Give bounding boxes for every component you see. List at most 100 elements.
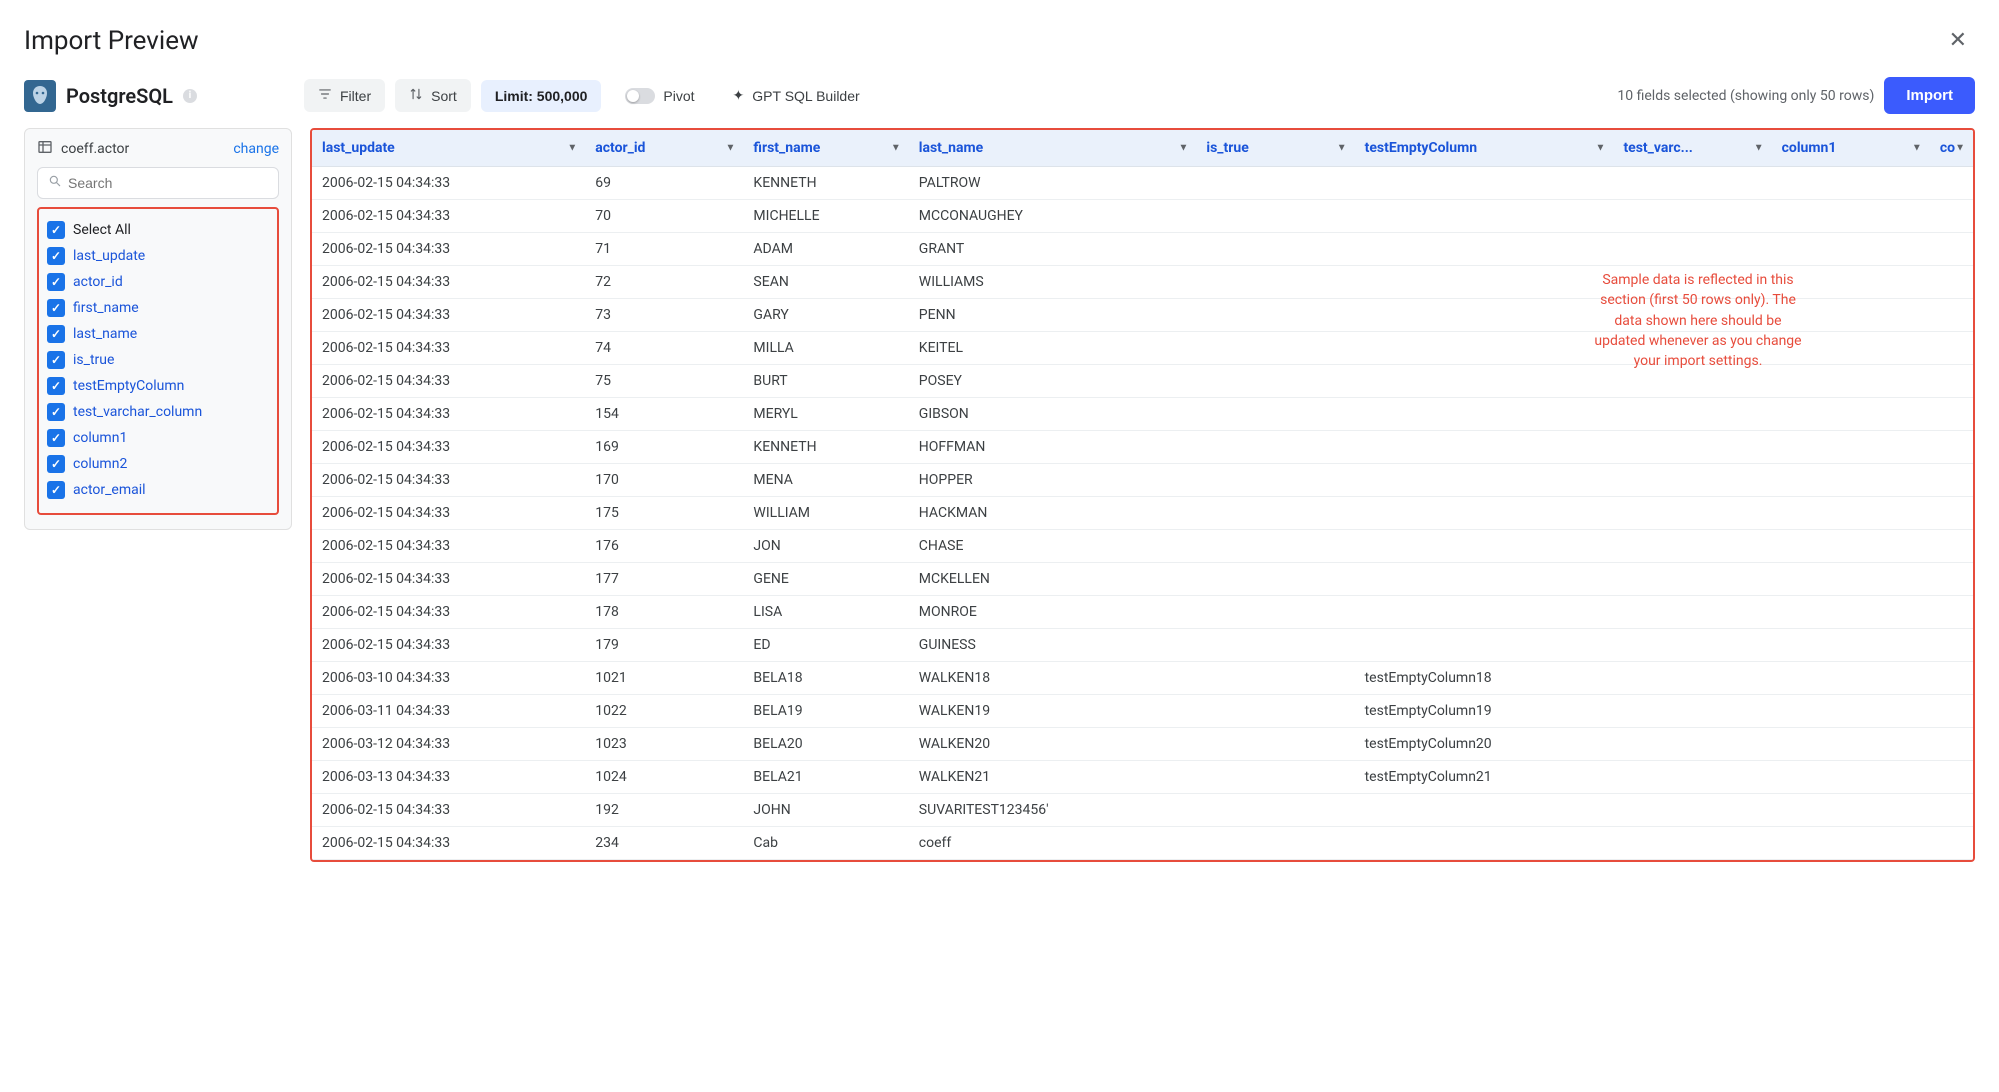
search-icon	[48, 174, 62, 192]
cell-testEmptyColumn	[1355, 794, 1614, 827]
cell-column1	[1772, 464, 1930, 497]
cell-test_varchar	[1613, 596, 1771, 629]
filter-label: Filter	[340, 88, 371, 104]
field-label: testEmptyColumn	[73, 378, 184, 394]
import-button[interactable]: Import	[1884, 77, 1975, 114]
cell-actor_id: 170	[585, 464, 743, 497]
cell-testEmptyColumn	[1355, 431, 1614, 464]
chevron-down-icon: ▼	[1179, 143, 1189, 154]
cell-testEmptyColumn	[1355, 266, 1614, 299]
cell-is_true	[1196, 332, 1354, 365]
field-label: actor_id	[73, 274, 123, 290]
field-checkbox-last_name[interactable]: ✓last_name	[45, 321, 271, 347]
cell-last_update: 2006-02-15 04:34:33	[312, 563, 585, 596]
sort-icon	[409, 87, 423, 104]
cell-test_varchar	[1613, 761, 1771, 794]
field-checklist: ✓ Select All ✓last_update✓actor_id✓first…	[37, 207, 279, 515]
search-input[interactable]	[68, 175, 268, 191]
cell-first_name: BELA19	[743, 695, 908, 728]
checkbox-checked-icon: ✓	[47, 377, 65, 395]
column-header-first_name[interactable]: first_name▼	[743, 130, 908, 167]
field-checkbox-column1[interactable]: ✓column1	[45, 425, 271, 451]
checkbox-checked-icon: ✓	[47, 403, 65, 421]
cell-is_true	[1196, 266, 1354, 299]
field-sidebar: coeff.actor change ✓ Select All ✓last_up…	[24, 128, 292, 530]
cell-column2	[1930, 464, 1973, 497]
cell-last_name: GUINESS	[909, 629, 1197, 662]
field-checkbox-last_update[interactable]: ✓last_update	[45, 243, 271, 269]
column-header-column2[interactable]: co▼	[1930, 130, 1973, 167]
cell-last_name: PENN	[909, 299, 1197, 332]
cell-first_name: MENA	[743, 464, 908, 497]
info-icon[interactable]: i	[183, 89, 197, 103]
column-header-testEmptyColumn[interactable]: testEmptyColumn▼	[1355, 130, 1614, 167]
cell-last_update: 2006-02-15 04:34:33	[312, 398, 585, 431]
table-row: 2006-02-15 04:34:3370MICHELLEMCCONAUGHEY	[312, 200, 1973, 233]
column-header-actor_id[interactable]: actor_id▼	[585, 130, 743, 167]
cell-test_varchar	[1613, 662, 1771, 695]
field-checkbox-actor_email[interactable]: ✓actor_email	[45, 477, 271, 503]
field-label: column1	[73, 430, 127, 446]
column-header-column1[interactable]: column1▼	[1772, 130, 1930, 167]
chevron-down-icon: ▼	[1754, 143, 1764, 154]
cell-test_varchar	[1613, 200, 1771, 233]
cell-first_name: GENE	[743, 563, 908, 596]
limit-button[interactable]: Limit: 500,000	[481, 80, 602, 112]
field-checkbox-first_name[interactable]: ✓first_name	[45, 295, 271, 321]
cell-actor_id: 70	[585, 200, 743, 233]
column-header-test_varchar[interactable]: test_varc...▼	[1613, 130, 1771, 167]
cell-actor_id: 72	[585, 266, 743, 299]
limit-label: Limit: 500,000	[495, 88, 588, 104]
cell-column1	[1772, 662, 1930, 695]
checkbox-checked-icon: ✓	[47, 221, 65, 239]
page-title: Import Preview	[24, 26, 199, 56]
column-header-last_name[interactable]: last_name▼	[909, 130, 1197, 167]
gpt-sql-builder-button[interactable]: ✦ GPT SQL Builder	[719, 79, 874, 112]
field-checkbox-test_varchar_column[interactable]: ✓test_varchar_column	[45, 399, 271, 425]
sort-button[interactable]: Sort	[395, 79, 471, 112]
field-select-all[interactable]: ✓ Select All	[45, 217, 271, 243]
cell-first_name: ADAM	[743, 233, 908, 266]
cell-testEmptyColumn: testEmptyColumn18	[1355, 662, 1614, 695]
field-checkbox-testEmptyColumn[interactable]: ✓ testEmptyColumn	[45, 373, 271, 399]
table-row: 2006-02-15 04:34:33154MERYLGIBSON	[312, 398, 1973, 431]
cell-column1	[1772, 431, 1930, 464]
pivot-toggle[interactable]: Pivot	[611, 80, 708, 112]
cell-column2	[1930, 695, 1973, 728]
cell-first_name: WILLIAM	[743, 497, 908, 530]
cell-test_varchar	[1613, 827, 1771, 860]
select-all-label: Select All	[73, 222, 131, 238]
cell-column2	[1930, 431, 1973, 464]
cell-last_update: 2006-02-15 04:34:33	[312, 629, 585, 662]
column-header-last_update[interactable]: last_update▼	[312, 130, 585, 167]
cell-is_true	[1196, 761, 1354, 794]
cell-actor_id: 177	[585, 563, 743, 596]
cell-testEmptyColumn	[1355, 497, 1614, 530]
cell-column2	[1930, 332, 1973, 365]
cell-last_name: POSEY	[909, 365, 1197, 398]
cell-last_update: 2006-03-13 04:34:33	[312, 761, 585, 794]
change-table-link[interactable]: change	[233, 141, 279, 157]
table-row: 2006-02-15 04:34:33177GENEMCKELLEN	[312, 563, 1973, 596]
cell-last_name: WALKEN18	[909, 662, 1197, 695]
cell-testEmptyColumn	[1355, 563, 1614, 596]
chevron-down-icon: ▼	[891, 143, 901, 154]
cell-last_update: 2006-02-15 04:34:33	[312, 365, 585, 398]
close-icon[interactable]: ✕	[1941, 24, 1975, 57]
cell-last_name: GRANT	[909, 233, 1197, 266]
cell-test_varchar	[1613, 233, 1771, 266]
cell-last_name: WALKEN21	[909, 761, 1197, 794]
database-name: PostgreSQL	[66, 84, 173, 108]
field-checkbox-is_true[interactable]: ✓is_true	[45, 347, 271, 373]
table-row: 2006-02-15 04:34:33170MENAHOPPER	[312, 464, 1973, 497]
field-checkbox-column2[interactable]: ✓column2	[45, 451, 271, 477]
field-checkbox-actor_id[interactable]: ✓actor_id	[45, 269, 271, 295]
cell-first_name: KENNETH	[743, 431, 908, 464]
filter-button[interactable]: Filter	[304, 79, 385, 112]
cell-is_true	[1196, 827, 1354, 860]
column-header-is_true[interactable]: is_true▼	[1196, 130, 1354, 167]
cell-last_name: KEITEL	[909, 332, 1197, 365]
cell-last_name: WALKEN20	[909, 728, 1197, 761]
field-search[interactable]	[37, 167, 279, 199]
cell-last_name: coeff	[909, 827, 1197, 860]
